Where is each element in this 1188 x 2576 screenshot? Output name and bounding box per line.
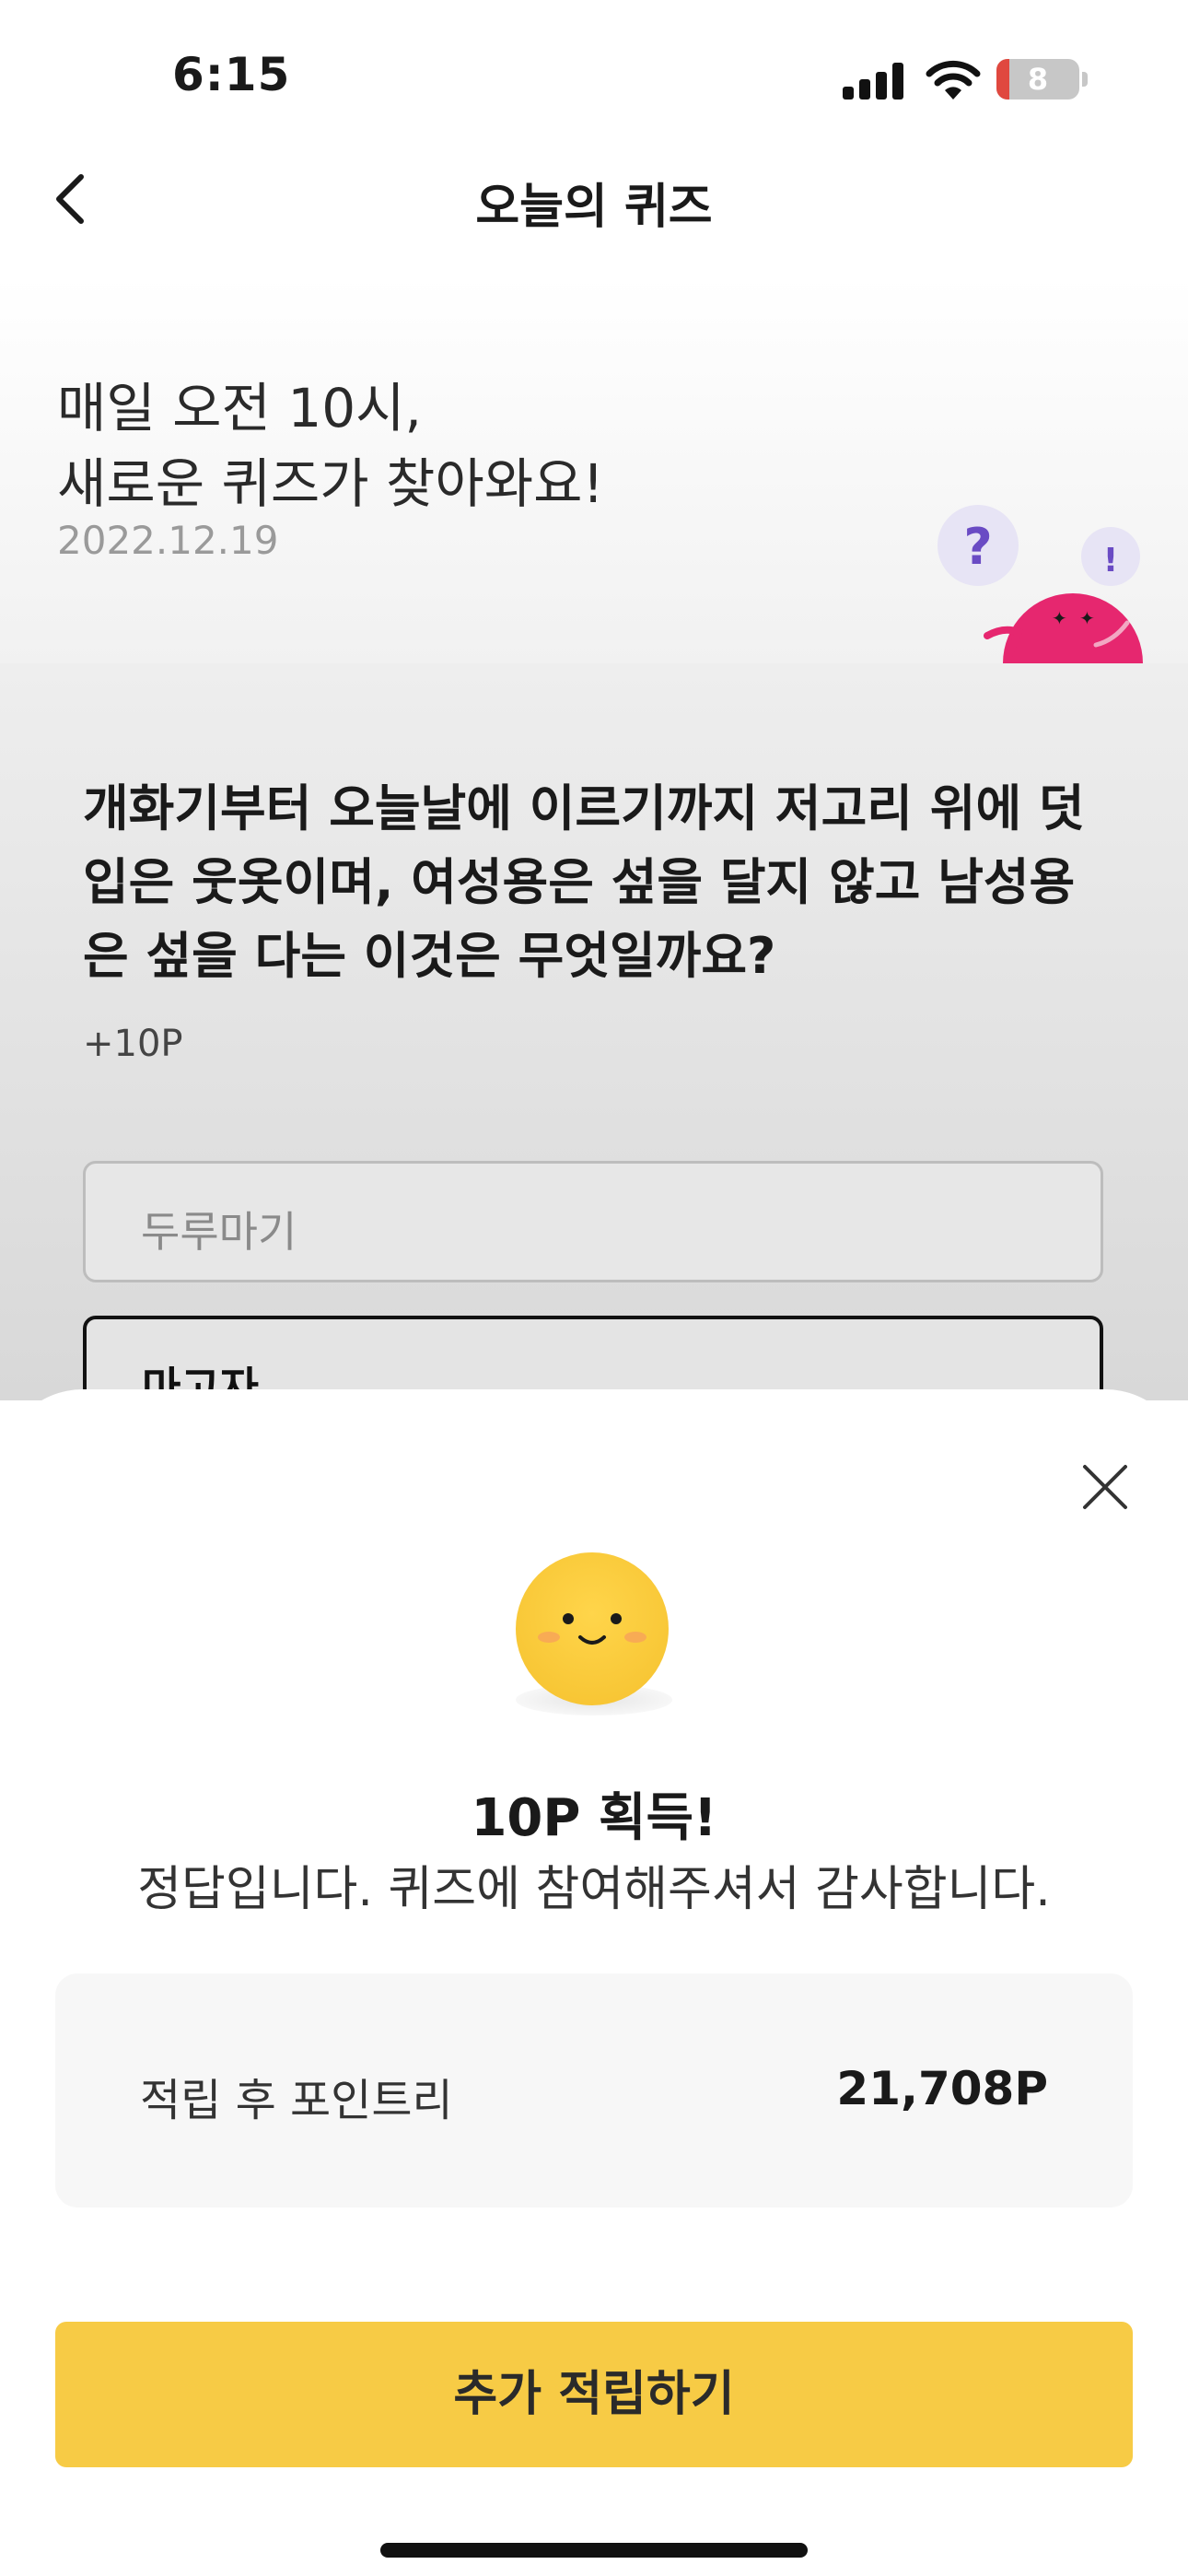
svg-text:?: ? xyxy=(963,518,992,576)
battery-icon: 8 xyxy=(996,59,1079,100)
points-balance-card: 적립 후 포인트리 21,708P xyxy=(55,1973,1133,2207)
battery-level: 8 xyxy=(1027,62,1049,97)
answer-option-1[interactable]: 두루마기 xyxy=(83,1161,1103,1282)
svg-text:!: ! xyxy=(1103,542,1118,580)
svg-text:✦: ✦ xyxy=(1079,607,1095,629)
quiz-question: 개화기부터 오늘날에 이르기까지 저고리 위에 덧입은 웃옷이며, 여성용은 섶… xyxy=(83,779,1085,985)
intro-banner: 매일 오전 10시, 새로운 퀴즈가 찾아와요! 2022.12.19 ? ! … xyxy=(0,276,1188,663)
wifi-icon xyxy=(926,60,981,100)
balance-value: 21,708P xyxy=(836,2062,1048,2115)
earn-more-button[interactable]: 추가 적립하기 xyxy=(55,2322,1133,2467)
reward-bottom-sheet: 10P 획득! 정답입니다. 퀴즈에 참여해주셔서 감사합니다. 적립 후 포인… xyxy=(0,1389,1188,2576)
page-title: 오늘의 퀴즈 xyxy=(475,180,713,235)
balance-label: 적립 후 포인트리 xyxy=(140,2075,453,2126)
svg-text:✦: ✦ xyxy=(1052,607,1067,629)
reward-title: 10P 획득! xyxy=(471,1788,717,1848)
quiz-points: +10P xyxy=(83,1023,183,1065)
mascot-illustration: ? ! ✦ ✦ xyxy=(938,505,1143,663)
answer-option-1-label: 두루마기 xyxy=(141,1207,297,1257)
close-icon[interactable] xyxy=(1079,1461,1131,1513)
status-time: 6:15 xyxy=(172,48,291,101)
battery-cap xyxy=(1082,72,1088,87)
intro-line-1: 매일 오전 10시, xyxy=(57,377,422,439)
quiz-section: 개화기부터 오늘날에 이르기까지 저고리 위에 덧입은 웃옷이며, 여성용은 섶… xyxy=(0,663,1188,1437)
smiley-icon xyxy=(516,1552,669,1705)
home-indicator xyxy=(380,2543,808,2558)
reward-subtitle: 정답입니다. 퀴즈에 참여해주셔서 감사합니다. xyxy=(137,1862,1051,1917)
status-bar: 6:15 8 xyxy=(0,0,1188,157)
intro-line-2: 새로운 퀴즈가 찾아와요! xyxy=(57,452,604,515)
quiz-date: 2022.12.19 xyxy=(57,518,279,563)
signal-icon xyxy=(843,63,905,100)
